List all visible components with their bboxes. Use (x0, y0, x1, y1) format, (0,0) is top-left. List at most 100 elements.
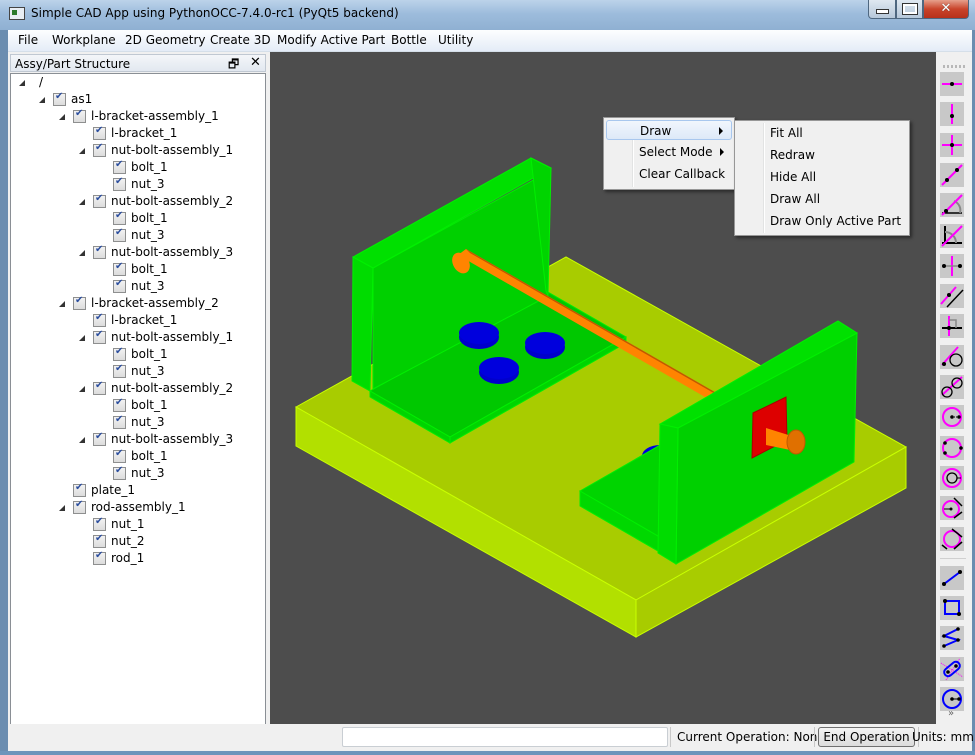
visibility-checkbox[interactable] (113, 176, 126, 191)
tree-item[interactable]: nut_3 (11, 465, 265, 483)
horiz-vert-construction-line-button[interactable] (940, 132, 964, 157)
tree-item[interactable]: nut_3 (11, 363, 265, 381)
visibility-checkbox[interactable] (113, 261, 126, 276)
tree-item[interactable]: rod-assembly_1 (11, 499, 265, 517)
visibility-checkbox[interactable] (73, 482, 86, 497)
expand-arrow-icon[interactable] (79, 199, 85, 205)
visibility-checkbox[interactable] (93, 329, 106, 344)
circle-tangent-two-lines-button[interactable] (940, 526, 964, 551)
visibility-checkbox[interactable] (93, 125, 106, 140)
angle-bisector-button[interactable] (940, 223, 964, 248)
expand-arrow-icon[interactable] (59, 301, 65, 307)
tree-item[interactable]: plate_1 (11, 482, 265, 500)
visibility-checkbox[interactable] (53, 91, 66, 106)
tree-item[interactable]: / (11, 75, 265, 92)
submenu-item-hide-all[interactable]: Hide All (737, 167, 907, 187)
vertical-construction-line-button[interactable] (940, 102, 964, 127)
expand-arrow-icon[interactable] (59, 505, 65, 511)
menu-workplane[interactable]: Workplane (52, 33, 116, 47)
visibility-checkbox[interactable] (93, 142, 106, 157)
visibility-checkbox[interactable] (93, 550, 106, 565)
menu-modify-active-part[interactable]: Modify Active Part (277, 33, 385, 47)
tree-item[interactable]: nut_3 (11, 414, 265, 432)
line-tangent-circle-button[interactable] (940, 344, 964, 369)
tree-item[interactable]: nut_3 (11, 278, 265, 296)
toolbar-grip[interactable] (943, 65, 965, 68)
tree-item[interactable]: bolt_1 (11, 448, 265, 466)
submenu-item-draw-all[interactable]: Draw All (737, 189, 907, 209)
line-angle-button[interactable] (940, 193, 964, 218)
circle-center-radius-button[interactable] (940, 405, 964, 430)
expand-arrow-icon[interactable] (79, 386, 85, 392)
menu-utility[interactable]: Utility (438, 33, 473, 47)
line-two-points-button[interactable] (940, 162, 964, 187)
dock-close-button[interactable]: ✕ (250, 55, 261, 70)
expand-arrow-icon[interactable] (59, 114, 65, 120)
visibility-checkbox[interactable] (113, 346, 126, 361)
3d-viewport[interactable]: Draw Select Mode Clear Callback Fit All … (270, 52, 936, 724)
tree-item[interactable]: as1 (11, 91, 265, 109)
visibility-checkbox[interactable] (93, 431, 106, 446)
ctx-item-draw[interactable]: Draw (606, 120, 732, 140)
draw-line-button[interactable] (940, 565, 964, 590)
visibility-checkbox[interactable] (113, 397, 126, 412)
draw-slot-button[interactable] (940, 656, 964, 681)
tree-item[interactable]: bolt_1 (11, 397, 265, 415)
tree-item[interactable]: l-bracket_1 (11, 125, 265, 143)
line-tangent-two-circles-button[interactable] (940, 375, 964, 399)
visibility-checkbox[interactable] (113, 448, 126, 463)
expand-arrow-icon[interactable] (79, 335, 85, 341)
expand-arrow-icon[interactable] (79, 437, 85, 443)
visibility-checkbox[interactable] (93, 244, 106, 259)
tree-item[interactable]: nut-bolt-assembly_2 (11, 380, 265, 398)
visibility-checkbox[interactable] (113, 363, 126, 378)
expand-arrow-icon[interactable] (39, 97, 45, 103)
visibility-checkbox[interactable] (113, 210, 126, 225)
tree-item[interactable]: l-bracket_1 (11, 312, 265, 330)
visibility-checkbox[interactable] (93, 533, 106, 548)
close-window-button[interactable]: ✕ (923, 0, 969, 19)
ctx-item-clear-callback[interactable]: Clear Callback (606, 164, 732, 184)
tree-item[interactable]: nut_1 (11, 516, 265, 534)
visibility-checkbox[interactable] (73, 295, 86, 310)
expand-arrow-icon[interactable] (79, 148, 85, 154)
visibility-checkbox[interactable] (73, 499, 86, 514)
tree-item[interactable]: bolt_1 (11, 159, 265, 177)
menu-create-3d[interactable]: Create 3D (210, 33, 271, 47)
ctx-item-select-mode[interactable]: Select Mode (606, 142, 732, 162)
visibility-checkbox[interactable] (93, 516, 106, 531)
tree-item[interactable]: rod_1 (11, 550, 265, 568)
visibility-checkbox[interactable] (93, 193, 106, 208)
expand-arrow-icon[interactable] (19, 80, 25, 86)
menu-2d-geometry[interactable]: 2D Geometry (125, 33, 206, 47)
visibility-checkbox[interactable] (113, 465, 126, 480)
menu-bottle[interactable]: Bottle (391, 33, 427, 47)
visibility-checkbox[interactable] (113, 159, 126, 174)
draw-rectangle-button[interactable] (940, 596, 964, 621)
tree-item[interactable]: nut_3 (11, 227, 265, 245)
submenu-item-fit-all[interactable]: Fit All (737, 123, 907, 143)
tree-item[interactable]: bolt_1 (11, 346, 265, 364)
tree-item[interactable]: bolt_1 (11, 261, 265, 279)
circle-three-points-button[interactable] (940, 435, 964, 460)
maximize-button[interactable] (896, 0, 923, 19)
perpendicular-line-button[interactable] (940, 314, 964, 339)
tree-item[interactable]: nut_3 (11, 176, 265, 194)
tree-item[interactable]: nut-bolt-assembly_2 (11, 193, 265, 211)
status-input-field[interactable] (342, 727, 668, 747)
tree-item[interactable]: nut-bolt-assembly_3 (11, 244, 265, 262)
draw-circle-button[interactable] (940, 687, 964, 711)
tree-item[interactable]: nut-bolt-assembly_1 (11, 142, 265, 160)
visibility-checkbox[interactable] (93, 380, 106, 395)
circle-tangent-button[interactable] (940, 496, 964, 521)
parallel-line-button[interactable] (940, 284, 964, 309)
tree-item[interactable]: nut-bolt-assembly_1 (11, 329, 265, 347)
dock-title-bar[interactable]: Assy/Part Structure 🗗 ✕ (10, 54, 266, 72)
submenu-item-draw-only-active-part[interactable]: Draw Only Active Part (737, 211, 907, 231)
visibility-checkbox[interactable] (93, 312, 106, 327)
visibility-checkbox[interactable] (73, 108, 86, 123)
menu-file[interactable]: File (18, 33, 38, 47)
end-operation-button[interactable]: End Operation (818, 727, 915, 747)
tree-item[interactable]: l-bracket-assembly_2 (11, 295, 265, 313)
minimize-button[interactable] (868, 0, 896, 19)
